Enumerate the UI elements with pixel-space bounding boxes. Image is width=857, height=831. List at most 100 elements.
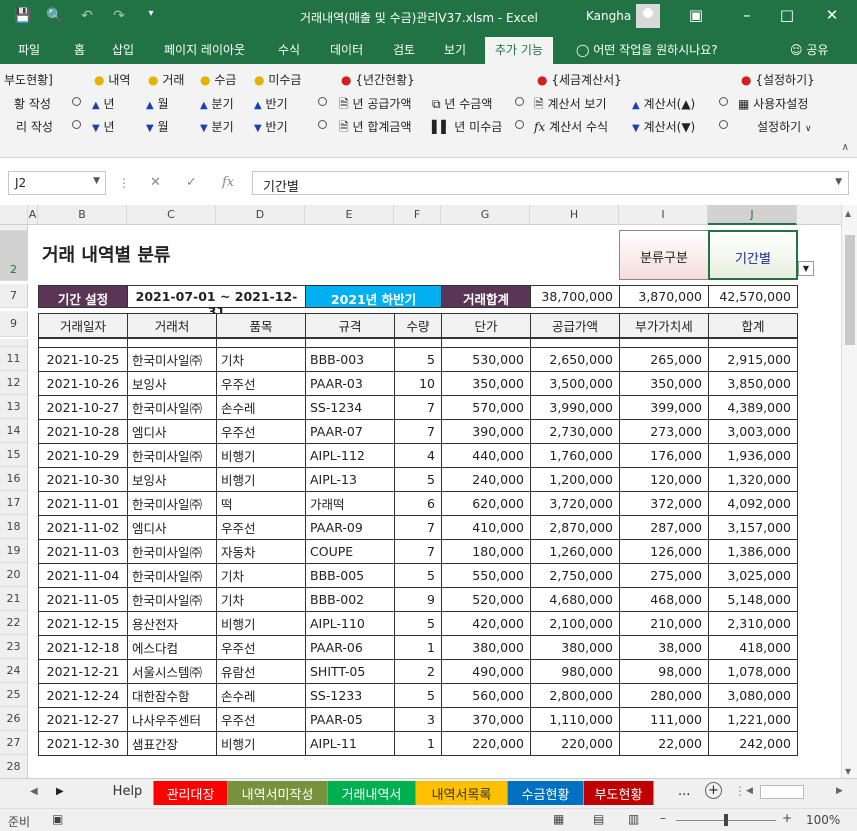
column-header[interactable]: I [619, 205, 708, 225]
price-cell[interactable]: 390,000 [441, 419, 531, 444]
vat-cell[interactable]: 372,000 [619, 491, 709, 516]
category-button[interactable]: 분류구분 [619, 230, 709, 280]
supply-cell[interactable]: 4,680,000 [530, 587, 620, 612]
row-header[interactable]: 17 [0, 491, 28, 515]
vat-cell[interactable]: 38,000 [619, 635, 709, 660]
vat-cell[interactable]: 22,000 [619, 731, 709, 756]
date-cell[interactable]: 2021-10-28 [38, 419, 128, 444]
table-row[interactable]: 2021-10-25 한국미사일㈜ 기차 BBB-003 5 530,000 2,650,0… [38, 347, 798, 372]
normal-view-icon[interactable]: ▦ [553, 812, 564, 826]
client-cell[interactable]: 한국미사일㈜ [127, 443, 217, 468]
vat-cell[interactable]: 176,000 [619, 443, 709, 468]
item-cell[interactable]: 비행기 [216, 467, 306, 492]
ribbon-btn-quarter-up[interactable]: ▲ 분기 [200, 95, 234, 112]
item-cell[interactable]: 우주선 [216, 707, 306, 732]
period-range[interactable]: 2021-07-01 ~ 2021-12-31 [127, 285, 306, 319]
horizontal-scroll-thumb[interactable] [760, 785, 804, 799]
date-cell[interactable]: 2021-10-27 [38, 395, 128, 420]
table-row[interactable]: 2021-11-03 한국미사일㈜ 자동차 COUPE 7 180,000 1,260,00… [38, 539, 798, 564]
spec-cell[interactable]: COUPE [305, 539, 395, 564]
ribbon-btn-tax-formula[interactable]: fx 계산서 수식 [534, 118, 608, 135]
table-row[interactable]: 2021-12-18 에스다컴 우주선 PAAR-06 1 380,000 380,000 3… [38, 635, 798, 660]
qty-cell[interactable]: 7 [394, 395, 442, 420]
price-cell[interactable]: 380,000 [441, 635, 531, 660]
column-header[interactable]: G [441, 205, 530, 225]
date-cell[interactable]: 2021-11-01 [38, 491, 128, 516]
ribbon-btn-trade[interactable]: ● 거래 [148, 71, 184, 88]
radio-option[interactable] [719, 95, 728, 109]
ribbon-btn-year-supply[interactable]: 🗎 년 공급가액 [339, 95, 412, 116]
row-header[interactable]: 19 [0, 539, 28, 563]
qty-cell[interactable]: 5 [394, 563, 442, 588]
ribbon-btn-receivable[interactable]: ● 미수금 [254, 71, 301, 88]
table-row[interactable]: 2021-11-05 한국미사일㈜ 기차 BBB-002 9 520,000 4,680,0… [38, 587, 798, 612]
item-cell[interactable]: 기차 [216, 587, 306, 612]
row-header[interactable]: 7 [0, 284, 28, 308]
spec-cell[interactable]: PAAR-07 [305, 419, 395, 444]
supply-cell[interactable]: 3,720,000 [530, 491, 620, 516]
item-cell[interactable]: 기차 [216, 563, 306, 588]
vat-cell[interactable]: 265,000 [619, 347, 709, 372]
column-header[interactable]: E [305, 205, 394, 225]
column-header[interactable]: F [394, 205, 441, 225]
client-cell[interactable]: 나사우주센터 [127, 707, 217, 732]
sheet-tab[interactable]: 부도현황 [584, 781, 654, 805]
total-cell[interactable]: 1,078,000 [708, 659, 798, 684]
scroll-down-icon[interactable]: ▼ [845, 767, 851, 776]
vat-cell[interactable]: 275,000 [619, 563, 709, 588]
undo-icon[interactable]: ↶ [78, 8, 96, 24]
date-cell[interactable]: 2021-10-30 [38, 467, 128, 492]
cancel-icon[interactable]: ✕ [150, 175, 161, 190]
row-header[interactable]: 14 [0, 419, 28, 443]
row-header[interactable]: 18 [0, 515, 28, 539]
price-cell[interactable]: 410,000 [441, 515, 531, 540]
row-header[interactable] [0, 339, 28, 347]
enter-icon[interactable]: ✓ [186, 175, 197, 190]
name-box[interactable]: J2 ▼ [8, 171, 106, 195]
spec-cell[interactable]: BBB-002 [305, 587, 395, 612]
total-cell[interactable]: 4,092,000 [708, 491, 798, 516]
worksheet[interactable]: A B C D E F G H I J 2 7 9 11 12 13 14 15 16 17… [0, 205, 857, 778]
sheet-tab[interactable]: 내역서미작성 [228, 781, 328, 805]
ribbon-btn-collection[interactable]: ● 수금 [200, 71, 236, 88]
total-cell[interactable]: 1,936,000 [708, 443, 798, 468]
price-cell[interactable]: 530,000 [441, 347, 531, 372]
total-cell[interactable]: 1,221,000 [708, 707, 798, 732]
avatar[interactable] [636, 4, 660, 28]
total-cell[interactable]: 3,003,000 [708, 419, 798, 444]
client-cell[interactable]: 엠디사 [127, 515, 217, 540]
qty-cell[interactable]: 5 [394, 347, 442, 372]
client-cell[interactable]: 용산전자 [127, 611, 217, 636]
zoom-out-icon[interactable]: – [660, 811, 666, 825]
ribbon-btn-tax-up[interactable]: ▲ 계산서(▲) [632, 95, 695, 112]
macro-record-icon[interactable]: ▣ [52, 812, 63, 826]
tab-insert[interactable]: 삽입 [112, 41, 134, 58]
table-row[interactable]: 2021-12-27 나사우주센터 우주선 PAAR-05 3 370,000 1,110,… [38, 707, 798, 732]
tab-review[interactable]: 검토 [393, 41, 415, 58]
table-row[interactable]: 2021-11-04 한국미사일㈜ 기차 BBB-005 5 550,000 2,750,0… [38, 563, 798, 588]
table-row[interactable]: 2021-12-30 샘표간장 비행기 AIPL-11 1 220,000 220,000 2… [38, 731, 798, 756]
supply-cell[interactable]: 1,760,000 [530, 443, 620, 468]
table-row[interactable]: 2021-12-21 서울시스템㈜ 유람선 SHITT-05 2 490,000 980,0… [38, 659, 798, 684]
item-cell[interactable]: 우주선 [216, 515, 306, 540]
sheet-tab[interactable]: 수금현황 [508, 781, 584, 805]
date-cell[interactable]: 2021-12-24 [38, 683, 128, 708]
qty-cell[interactable]: 1 [394, 635, 442, 660]
zoom-in-icon[interactable]: + [782, 811, 792, 825]
share-button[interactable]: ☺ 공유 [790, 41, 828, 58]
scroll-up-icon[interactable]: ▲ [845, 209, 851, 218]
client-cell[interactable]: 한국미사일㈜ [127, 395, 217, 420]
supply-cell[interactable]: 3,500,000 [530, 371, 620, 396]
minimize-icon[interactable]: – [737, 6, 757, 24]
supply-cell[interactable]: 2,100,000 [530, 611, 620, 636]
date-cell[interactable]: 2021-11-05 [38, 587, 128, 612]
qty-cell[interactable]: 7 [394, 515, 442, 540]
price-cell[interactable]: 180,000 [441, 539, 531, 564]
total-cell[interactable]: 242,000 [708, 731, 798, 756]
radio-option[interactable] [72, 118, 81, 132]
ribbon-btn-settings[interactable]: 설정하기 ∨ [757, 118, 812, 135]
redo-icon[interactable]: ↷ [110, 8, 128, 24]
insert-function-icon[interactable]: fx [222, 175, 234, 190]
column-header-selected[interactable]: J [708, 205, 797, 225]
price-cell[interactable]: 420,000 [441, 611, 531, 636]
